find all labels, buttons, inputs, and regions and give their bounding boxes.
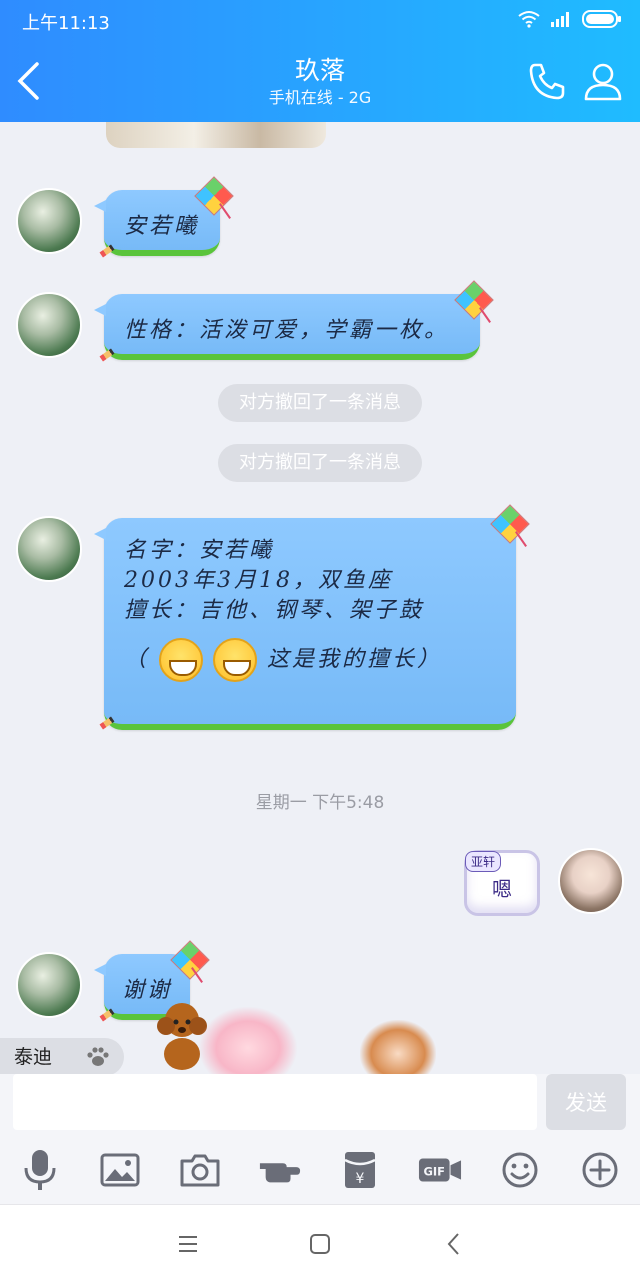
bubble-tag: 亚轩 xyxy=(465,851,502,872)
chat-title-block[interactable]: 玖落 手机在线 - 2G xyxy=(160,56,480,110)
message-bubble[interactable]: 性格：活泼可爱，学霸一枚。 xyxy=(94,294,480,360)
pencil-decoration-icon xyxy=(99,1008,115,1022)
profile-button[interactable] xyxy=(580,58,626,104)
camera-button[interactable] xyxy=(178,1148,222,1192)
glasses-girl-sticker-icon xyxy=(360,1020,436,1074)
emoji-button[interactable] xyxy=(498,1148,542,1192)
message-line: 名字：安若曦 xyxy=(124,538,275,563)
recall-notice: 对方撤回了一条消息 xyxy=(218,444,422,482)
pink-girl-sticker-icon xyxy=(198,1006,298,1074)
message-line: （ 这是我的擅长） xyxy=(124,638,442,682)
contact-avatar[interactable] xyxy=(16,292,82,358)
pencil-decoration-icon xyxy=(99,348,115,362)
my-message-bubble[interactable]: 亚轩 嗯 xyxy=(464,850,540,916)
message-text: 安若曦 xyxy=(124,214,200,239)
chat-toolbar: ¥ GIF xyxy=(0,1138,640,1204)
kite-tail xyxy=(219,203,231,219)
message-text-block: 名字：安若曦 2003年3月18，双鱼座 擅长：吉他、钢琴、架子鼓 （ 这是我的… xyxy=(124,536,442,682)
status-time: 上午11:13 xyxy=(22,13,110,34)
contact-avatar[interactable] xyxy=(16,188,82,254)
more-button[interactable] xyxy=(578,1148,622,1192)
chat-title: 玖落 xyxy=(294,56,345,85)
chat-subtitle: 手机在线 - 2G xyxy=(268,88,372,107)
grin-emoji-icon xyxy=(213,638,258,682)
voice-button[interactable] xyxy=(18,1148,62,1192)
wifi-icon xyxy=(518,10,540,32)
pointing-hand-icon xyxy=(259,1163,301,1183)
message-text: 性格：活泼可爱，学霸一枚。 xyxy=(124,318,450,343)
phone-icon xyxy=(529,63,565,100)
menu-icon xyxy=(179,1236,197,1252)
plus-icon xyxy=(582,1152,618,1188)
message-input[interactable] xyxy=(13,1074,537,1130)
message-line: 擅长：吉他、钢琴、架子鼓 xyxy=(124,598,425,623)
gif-icon: GIF xyxy=(418,1158,462,1182)
send-button[interactable]: 发送 xyxy=(546,1074,626,1130)
system-nav-bar xyxy=(0,1204,640,1280)
red-packet-icon: ¥ xyxy=(344,1152,376,1188)
menu-nav-button[interactable] xyxy=(168,1229,208,1259)
message-bubble[interactable]: 名字：安若曦 2003年3月18，双鱼座 擅长：吉他、钢琴、架子鼓 （ 这是我的… xyxy=(94,518,516,730)
svg-text:¥: ¥ xyxy=(356,1171,365,1187)
image-icon xyxy=(100,1153,140,1187)
status-bar: 上午11:13 xyxy=(0,0,640,40)
input-row: 发送 xyxy=(0,1074,640,1138)
message-text: 嗯 xyxy=(492,877,512,901)
svg-text:GIF: GIF xyxy=(424,1165,446,1179)
red-packet-button[interactable]: ¥ xyxy=(338,1148,382,1192)
square-home-icon xyxy=(310,1234,330,1254)
nickname-tag[interactable]: 泰迪 xyxy=(0,1038,124,1076)
call-button[interactable] xyxy=(524,58,570,104)
chat-header: 上午11:13 玖落 手机在线 - 2G xyxy=(0,0,640,122)
microphone-icon xyxy=(24,1150,56,1190)
battery-icon xyxy=(582,10,622,32)
message-timestamp: 星期一 下午5:48 xyxy=(255,793,385,813)
contact-avatar[interactable] xyxy=(16,516,82,582)
emoji-icon xyxy=(502,1152,538,1188)
my-avatar[interactable] xyxy=(558,848,624,914)
poke-button[interactable] xyxy=(258,1148,302,1192)
contact-avatar[interactable] xyxy=(16,952,82,1018)
user-icon xyxy=(584,63,622,101)
message-line-prefix: （ xyxy=(124,647,150,672)
kite-tail xyxy=(515,531,527,547)
message-line: 2003年3月18，双鱼座 xyxy=(124,568,393,593)
message-line-text: 这是我的擅长） xyxy=(267,647,443,672)
home-nav-button[interactable] xyxy=(300,1229,340,1259)
image-button[interactable] xyxy=(98,1148,142,1192)
back-nav-button[interactable] xyxy=(434,1229,474,1259)
kite-tail xyxy=(479,307,491,323)
chat-message-list[interactable]: 安若曦 性格：活泼可爱，学霸一枚。 对方撤回了一条消息 对方撤回了一条消息 名字… xyxy=(0,122,640,1074)
gif-button[interactable]: GIF xyxy=(418,1148,462,1192)
back-button[interactable] xyxy=(8,56,48,106)
signal-icon xyxy=(550,11,572,31)
image-message-partial[interactable] xyxy=(106,122,326,148)
nickname-text: 泰迪 xyxy=(14,1046,53,1068)
status-icons xyxy=(518,10,622,32)
camera-icon xyxy=(180,1154,220,1187)
recall-notice: 对方撤回了一条消息 xyxy=(218,384,422,422)
grin-emoji-icon xyxy=(159,638,204,682)
chevron-left-icon xyxy=(17,62,39,100)
chevron-left-icon xyxy=(447,1233,459,1255)
paw-icon xyxy=(87,1047,109,1066)
pencil-decoration-icon xyxy=(99,244,115,258)
